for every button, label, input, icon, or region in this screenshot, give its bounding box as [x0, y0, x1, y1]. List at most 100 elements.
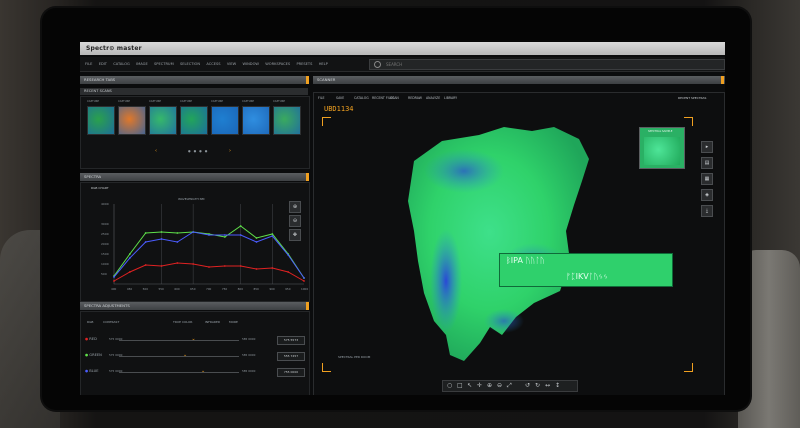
scan-thumbnail[interactable] [273, 106, 301, 135]
scanner-menu-item[interactable]: SAVE [336, 96, 344, 100]
spectra-header[interactable]: SPECTRA [80, 173, 308, 181]
tab-infrared[interactable]: INFRARED [205, 320, 220, 324]
side-tool-arrow-icon[interactable]: ▸ [701, 141, 713, 153]
scanner-menu-item[interactable]: REDRAW [408, 96, 422, 100]
x-tick-label: 800 [238, 287, 244, 291]
menu-catalog[interactable]: CATALOG [113, 62, 130, 66]
side-tool-export-icon[interactable]: ⤓ [701, 205, 713, 217]
fit-icon[interactable]: ⤢ [507, 382, 512, 390]
scanner-menu-item[interactable]: FILE [318, 96, 325, 100]
tab-true-color[interactable]: TRUE COLOR [173, 320, 192, 324]
slider-track[interactable] [119, 356, 239, 357]
y-tick-label: 1000 [101, 262, 109, 266]
thumbs-prev-icon[interactable]: ‹ [155, 148, 157, 154]
menu-edit[interactable]: EDIT [99, 62, 107, 66]
scanner-menu-item[interactable]: ANALYZE [426, 96, 440, 100]
menu-bar: FILE EDIT CATALOG IMAGE SPECTRUM SELECTI… [80, 57, 725, 72]
menu-window[interactable]: WINDOW [243, 62, 259, 66]
recent-scans-header[interactable]: RECENT SCANS [80, 88, 308, 95]
menu-access[interactable]: ACCESS [206, 62, 220, 66]
series-line-red [113, 262, 305, 282]
data-point-green [255, 237, 258, 239]
thumbs-next-icon[interactable]: › [229, 148, 231, 154]
data-point-blue [303, 277, 305, 279]
circle-select-icon[interactable]: ○ [447, 382, 452, 390]
rotate-left-icon[interactable]: ↺ [525, 382, 530, 390]
slider-thumb-chevron-icon[interactable]: ⌄ [183, 353, 187, 358]
scan-thumbnail[interactable] [211, 106, 239, 135]
slider-label: ● GREEN [85, 353, 102, 357]
data-point-red [160, 265, 163, 267]
title-bar: Spectr⊙ master [80, 42, 725, 55]
rotate-right-icon[interactable]: ↻ [535, 382, 540, 390]
slider-track[interactable] [119, 340, 239, 341]
y-tick-label: 2500 [101, 232, 109, 236]
x-tick-label: 400 [111, 287, 117, 291]
scan-thumbnail[interactable] [118, 106, 146, 135]
crosshair-icon[interactable]: ✛ [477, 382, 482, 390]
thumb-caption: CAPTURE [273, 100, 286, 103]
data-point-green [160, 231, 163, 233]
y-tick-label: 500 [101, 272, 107, 276]
spectra-accent [306, 173, 309, 181]
frame-corner-br [684, 363, 693, 372]
menu-presets[interactable]: PRESETS [296, 62, 312, 66]
menu-workspaces[interactable]: WORKSPACES [265, 62, 290, 66]
spectra-adjustments-panel: RGB CONTRAST TRUE COLOR INFRARED MORE ● … [80, 311, 310, 395]
slider-thumb-chevron-icon[interactable]: ⌄ [191, 337, 195, 342]
tab-more[interactable]: MORE [229, 320, 238, 324]
slider-max: 585 0000 [242, 369, 256, 373]
spectral-sample-label: SPECTRAL SAMPLE [648, 130, 673, 133]
x-tick-label: 1000 [301, 287, 308, 291]
flip-horizontal-icon[interactable]: ↔ [545, 382, 550, 390]
slider-label: ● RED [85, 337, 97, 341]
data-point-red [128, 271, 131, 273]
slider-thumb-chevron-icon[interactable]: ⌄ [201, 369, 205, 374]
pointer-icon[interactable]: ↖ [467, 382, 472, 390]
y-tick-label: 3000 [101, 222, 109, 226]
side-tool-filter-icon[interactable]: ◈ [701, 189, 713, 201]
zoom-out-tool-icon[interactable]: ⊖ [497, 382, 502, 390]
scan-thumbnail[interactable] [180, 106, 208, 135]
thumb-caption: CAPTURE [87, 100, 100, 103]
app-screen: Spectr⊙ master FILE EDIT CATALOG IMAGE S… [80, 42, 725, 395]
frame-corner-bl [322, 363, 331, 372]
scan-thumbnail[interactable] [87, 106, 115, 135]
scanner-header[interactable]: SCANNER [313, 76, 725, 84]
text-enhance-overlay[interactable]: ᛒIPA ᚢᚢᛚᚢ ᚠᛈIKVᛚᚢᛃᛃ [499, 253, 673, 287]
spectral-sample-inset[interactable]: SPECTRAL SAMPLE [639, 127, 685, 169]
data-point-blue [113, 276, 115, 278]
search-box [369, 59, 725, 70]
scanner-menu-item[interactable]: LIBRARY [444, 96, 457, 100]
tab-contrast[interactable]: CONTRAST [103, 320, 119, 324]
scanner-menu-item[interactable]: SCAN [390, 96, 399, 100]
zoom-in-tool-icon[interactable]: ⊕ [487, 382, 492, 390]
menu-image[interactable]: IMAGE [136, 62, 148, 66]
research-tabs-header[interactable]: RESEARCH TABS [80, 76, 308, 84]
slider-value-field[interactable]: 555 7457 [277, 352, 305, 361]
slider-track[interactable] [119, 372, 239, 373]
thumbs-page-dots-icon[interactable]: ● ● ● ● [188, 149, 208, 153]
menu-file[interactable]: FILE [85, 62, 92, 66]
slider-value-field[interactable]: 575 5573 [277, 336, 305, 345]
data-point-red [208, 266, 210, 268]
side-tool-layers-icon[interactable]: ▤ [701, 157, 713, 169]
scanner-menu-item[interactable]: CATALOG [354, 96, 369, 100]
side-tool-grid-icon[interactable]: ▦ [701, 173, 713, 185]
menu-spectrum[interactable]: SPECTRUM [154, 62, 174, 66]
search-input[interactable] [386, 60, 706, 69]
parchment-scan-image[interactable] [384, 121, 644, 371]
rect-select-icon[interactable]: □ [457, 382, 463, 390]
spectra-adjustments-header[interactable]: SPECTRA ADJUSTMENTS [80, 302, 308, 310]
flip-vertical-icon[interactable]: ↕ [555, 382, 560, 390]
slider-row-blue: ● BLUE 575 0000 ⌄ 585 0000 755 0000 [85, 368, 307, 377]
scan-thumbnail[interactable] [242, 106, 270, 135]
thumb-caption: CAPTURE [211, 100, 224, 103]
scan-thumbnail[interactable] [149, 106, 177, 135]
slider-value-field[interactable]: 755 0000 [277, 368, 305, 377]
menu-help[interactable]: HELP [319, 62, 328, 66]
scanner-accent [721, 76, 724, 84]
tab-rgb[interactable]: RGB [87, 320, 93, 324]
menu-view[interactable]: VIEW [227, 62, 236, 66]
menu-selection[interactable]: SELECTION [180, 62, 200, 66]
